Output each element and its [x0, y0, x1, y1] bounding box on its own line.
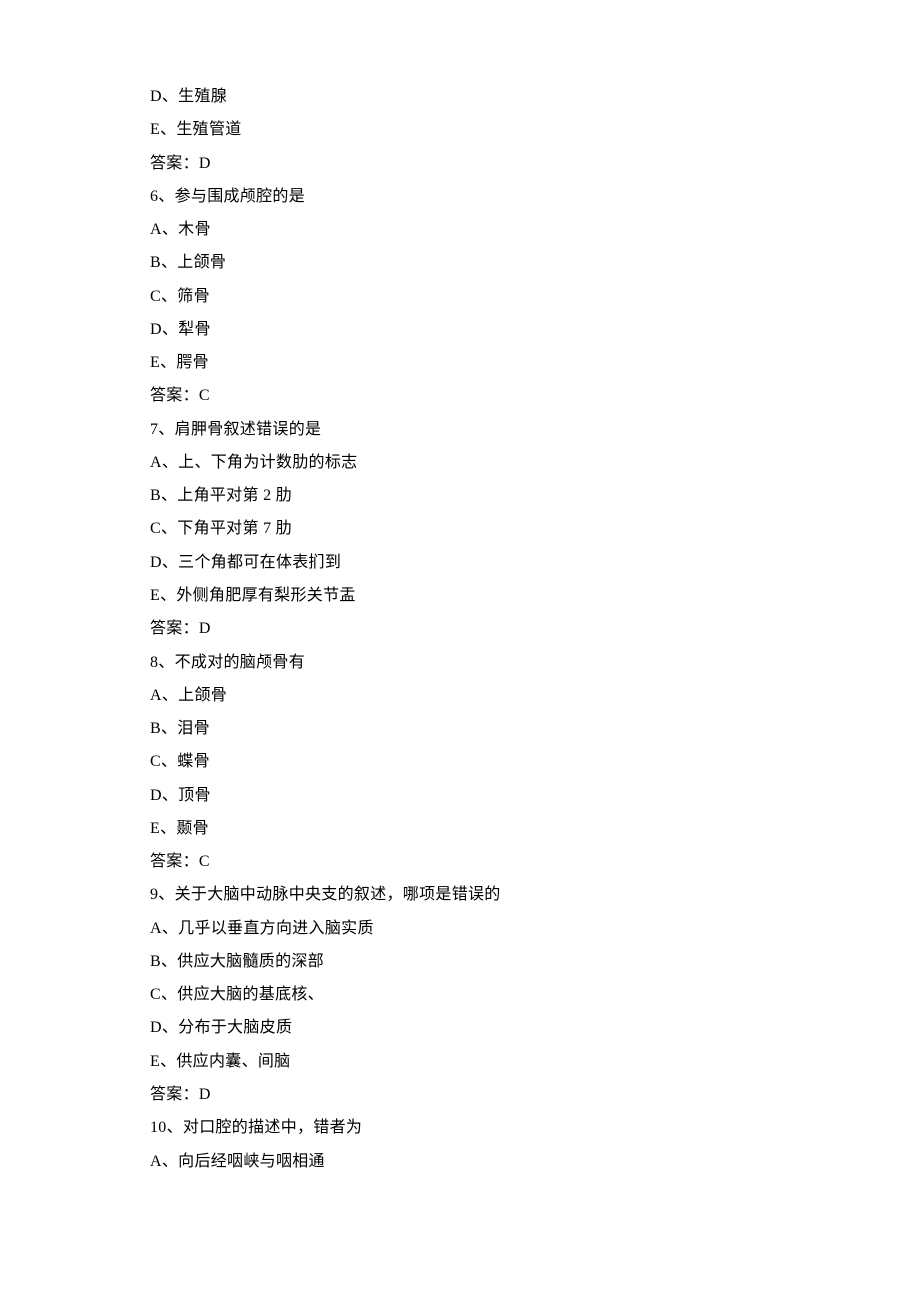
text-line: B、供应大脑髓质的深部	[150, 945, 920, 978]
text-line: E、腭骨	[150, 346, 920, 379]
text-line: 答案：D	[150, 147, 920, 180]
text-line: A、向后经咽峡与咽相通	[150, 1145, 920, 1178]
text-line: A、几乎以垂直方向进入脑实质	[150, 912, 920, 945]
text-line: D、生殖腺	[150, 80, 920, 113]
text-line: A、上颌骨	[150, 679, 920, 712]
text-line: C、筛骨	[150, 280, 920, 313]
text-line: D、三个角都可在体表扪到	[150, 546, 920, 579]
text-line: 答案：C	[150, 845, 920, 878]
text-line: E、生殖管道	[150, 113, 920, 146]
text-line: B、泪骨	[150, 712, 920, 745]
text-line: 6、参与围成颅腔的是	[150, 180, 920, 213]
text-line: 答案：C	[150, 379, 920, 412]
text-line: B、上角平对第 2 肋	[150, 479, 920, 512]
text-line: A、上、下角为计数肋的标志	[150, 446, 920, 479]
text-line: C、蝶骨	[150, 745, 920, 778]
document-page: D、生殖腺 E、生殖管道 答案：D 6、参与围成颅腔的是 A、木骨 B、上颌骨 …	[0, 0, 920, 1238]
text-line: 答案：D	[150, 1078, 920, 1111]
text-line: D、顶骨	[150, 779, 920, 812]
text-line: A、木骨	[150, 213, 920, 246]
text-line: D、犁骨	[150, 313, 920, 346]
text-line: 8、不成对的脑颅骨有	[150, 646, 920, 679]
text-line: D、分布于大脑皮质	[150, 1011, 920, 1044]
text-line: E、颞骨	[150, 812, 920, 845]
text-line: B、上颌骨	[150, 246, 920, 279]
text-line: C、下角平对第 7 肋	[150, 512, 920, 545]
text-line: 答案：D	[150, 612, 920, 645]
text-line: 10、对口腔的描述中，错者为	[150, 1111, 920, 1144]
text-line: 7、肩胛骨叙述错误的是	[150, 413, 920, 446]
text-line: E、供应内囊、间脑	[150, 1045, 920, 1078]
text-line: C、供应大脑的基底核、	[150, 978, 920, 1011]
text-line: E、外侧角肥厚有梨形关节盂	[150, 579, 920, 612]
text-line: 9、关于大脑中动脉中央支的叙述，哪项是错误的	[150, 878, 920, 911]
